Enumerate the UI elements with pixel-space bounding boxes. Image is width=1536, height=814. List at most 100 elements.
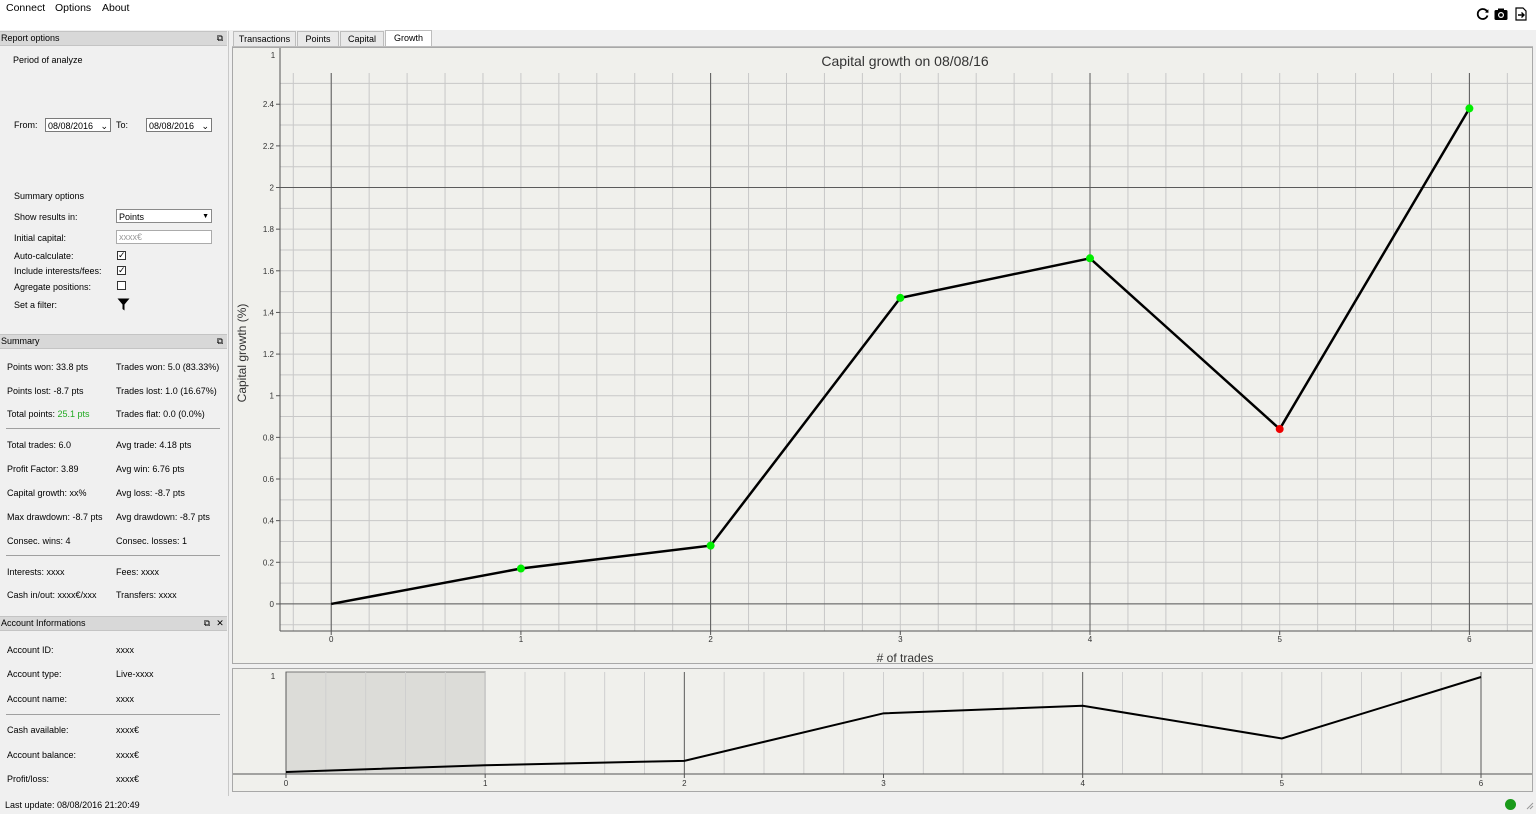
menu-about[interactable]: About: [102, 2, 129, 14]
y-tick-label: 1.4: [263, 308, 275, 317]
show-results-select[interactable]: Points ▼: [116, 209, 212, 223]
panel-splitter[interactable]: [228, 31, 229, 796]
growth-chart-svg: 0 0.2 0.4 0.6 0.8 1 1.2 1.4 1.6 1.8 2 2.2 2.4 0 1 2 3 4 5…: [235, 48, 1532, 665]
account-id-value: xxxx: [116, 645, 134, 655]
tab-points[interactable]: Points: [297, 31, 339, 46]
filter-icon[interactable]: [117, 298, 130, 311]
from-label: From:: [14, 120, 38, 130]
include-fees-checkbox[interactable]: ✓: [117, 266, 126, 275]
y-tick-label: 0.8: [263, 433, 275, 442]
cash-available-value: xxxx€: [116, 725, 140, 735]
account-header: Account Informations ⧉ ✕: [0, 616, 227, 631]
cash-inout: Cash in/out: xxxx€/xxx: [7, 590, 97, 600]
connection-status-icon: [1505, 799, 1516, 810]
navigator-corner-label: 1: [271, 672, 276, 681]
cash-available-label: Cash available:: [7, 725, 69, 735]
period-label: Period of analyze: [13, 55, 83, 65]
to-label: To:: [116, 120, 129, 130]
data-point[interactable]: [1086, 254, 1095, 263]
navigator-chart[interactable]: 0 1 2 3 4 5 6 1: [232, 668, 1533, 792]
y-tick-label: 0: [270, 600, 275, 609]
capital-growth: Capital growth: xx%: [7, 488, 87, 498]
total-points: Total points: 25.1 pts: [7, 409, 90, 419]
dropdown-arrow-icon: ▼: [202, 213, 209, 220]
account-name-label: Account name:: [7, 694, 68, 704]
report-options-title: Report options: [1, 33, 60, 43]
menu-connect[interactable]: Connect: [6, 2, 45, 14]
report-options-header: Report options ⧉: [0, 31, 227, 46]
float-icon[interactable]: ⧉: [215, 336, 225, 346]
y-tick-label: 1.8: [263, 225, 275, 234]
consec-losses: Consec. losses: 1: [116, 536, 188, 546]
navigator-svg: 0 1 2 3 4 5 6 1: [233, 671, 1532, 788]
from-date-picker[interactable]: 08/08/2016 ⌄: [45, 118, 111, 132]
account-title: Account Informations: [1, 618, 86, 628]
navigator-tick-label: 2: [682, 779, 687, 788]
total-points-value: 25.1 pts: [57, 409, 90, 419]
interests: Interests: xxxx: [7, 567, 65, 577]
close-icon[interactable]: ✕: [215, 618, 225, 628]
show-results-label: Show results in:: [14, 212, 78, 222]
tab-transactions[interactable]: Transactions: [233, 31, 296, 46]
initial-capital-input[interactable]: xxxx€: [116, 230, 212, 244]
menu-options[interactable]: Options: [55, 2, 91, 14]
x-tick-label: 1: [519, 635, 524, 644]
profit-factor: Profit Factor: 3.89: [7, 464, 79, 474]
export-icon[interactable]: [1514, 7, 1528, 21]
status-bar: Last update: 08/08/2016 21:20:49: [0, 796, 1536, 814]
chevron-down-icon: ⌄: [100, 121, 108, 131]
x-tick-label: 6: [1467, 635, 1472, 644]
data-point[interactable]: [1275, 425, 1284, 434]
auto-calculate-checkbox[interactable]: ✓: [117, 251, 126, 260]
x-axis-label: # of trades: [877, 651, 934, 663]
navigator-tick-label: 3: [881, 779, 886, 788]
resize-grip-icon[interactable]: [1524, 800, 1534, 810]
account-name-value: xxxx: [116, 694, 134, 704]
profit-loss-label: Profit/loss:: [7, 774, 50, 784]
transfers: Transfers: xxxx: [116, 590, 177, 600]
navigator-tick-label: 4: [1080, 779, 1085, 788]
account-id-label: Account ID:: [7, 645, 54, 655]
float-icon[interactable]: ⧉: [202, 618, 212, 628]
y-tick-label: 0.4: [263, 517, 275, 526]
y-axis-label: Capital growth (%): [235, 304, 249, 403]
avg-win: Avg win: 6.76 pts: [116, 464, 185, 474]
navigator-selection[interactable]: [285, 671, 486, 775]
data-point[interactable]: [516, 564, 525, 573]
to-date-picker[interactable]: 08/08/2016 ⌄: [146, 118, 212, 132]
avg-drawdown: Avg drawdown: -8.7 pts: [116, 512, 210, 522]
navigator-tick-label: 0: [284, 779, 289, 788]
tab-growth[interactable]: Growth: [385, 30, 432, 47]
account-balance-value: xxxx€: [116, 750, 140, 760]
tab-capital[interactable]: Capital: [340, 31, 384, 46]
x-tick-label: 5: [1277, 635, 1282, 644]
avg-loss: Avg loss: -8.7 pts: [116, 488, 185, 498]
x-tick-label: 4: [1088, 635, 1093, 644]
navigator-tick-label: 1: [483, 779, 488, 788]
data-point[interactable]: [1465, 104, 1474, 113]
data-point[interactable]: [706, 541, 715, 550]
show-results-value: Points: [119, 212, 145, 222]
y-tick-label: 2.2: [263, 142, 275, 151]
summary-options-label: Summary options: [14, 191, 85, 201]
refresh-icon[interactable]: [1476, 7, 1490, 21]
y-tick-label: 0.6: [263, 475, 275, 484]
chart-title: Capital growth on 08/08/16: [821, 53, 989, 69]
total-trades: Total trades: 6.0: [7, 440, 72, 450]
growth-chart[interactable]: 0 0.2 0.4 0.6 0.8 1 1.2 1.4 1.6 1.8 2 2.2 2.4 0 1 2 3 4 5…: [232, 47, 1533, 665]
profit-loss-value: xxxx€: [116, 774, 140, 784]
trades-flat: Trades flat: 0.0 (0.0%): [116, 409, 205, 419]
account-type-label: Account type:: [7, 669, 62, 679]
summary-title: Summary: [1, 336, 40, 346]
corner-label: 1: [271, 51, 276, 60]
y-tick-label: 1: [270, 392, 275, 401]
initial-capital-label: Initial capital:: [14, 233, 67, 243]
data-point[interactable]: [896, 293, 905, 302]
x-tick-label: 3: [898, 635, 903, 644]
aggregate-checkbox[interactable]: [117, 281, 126, 290]
float-icon[interactable]: ⧉: [215, 33, 225, 43]
camera-icon[interactable]: [1494, 7, 1508, 21]
total-points-label: Total points:: [7, 409, 58, 419]
last-update: Last update: 08/08/2016 21:20:49: [5, 800, 140, 810]
navigator-tick-label: 6: [1479, 779, 1484, 788]
